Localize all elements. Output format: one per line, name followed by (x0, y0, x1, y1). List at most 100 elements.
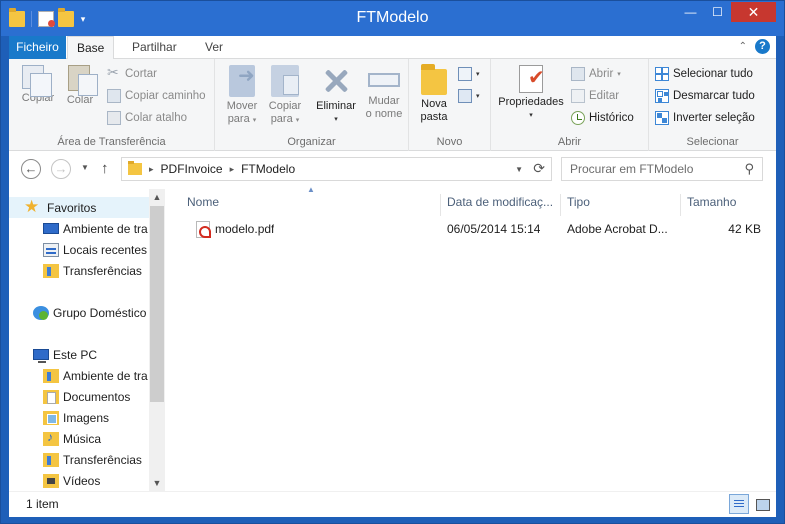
large-icons-view-icon[interactable] (752, 494, 772, 514)
nav-pc-documents-label: Documentos (63, 389, 131, 404)
minimize-button[interactable]: — (677, 2, 704, 22)
new-folder-button[interactable]: Nova pasta (412, 63, 456, 124)
file-modified: 06/05/2014 15:14 (447, 222, 541, 236)
properties-button[interactable]: Propriedades ▾ (495, 63, 567, 122)
back-button[interactable]: ← (21, 159, 41, 179)
rename-icon (368, 73, 400, 87)
move-to-button[interactable]: Mover para ▾ (220, 63, 264, 127)
delete-button[interactable]: Eliminar ▾ (312, 63, 360, 126)
cut-label: Cortar (125, 68, 157, 80)
tab-base[interactable]: Base (67, 36, 115, 60)
address-dropdown-icon[interactable]: ▼ (515, 165, 523, 174)
recent-locations-dropdown-icon[interactable]: ▼ (81, 163, 89, 172)
refresh-icon[interactable]: ⟳ (533, 160, 545, 177)
nav-fav-recent[interactable]: Locais recentes (9, 239, 151, 260)
up-button[interactable]: ↑ (101, 160, 109, 177)
column-header-name[interactable]: Nome (181, 194, 441, 216)
cut-button[interactable]: Cortar (107, 64, 157, 84)
help-icon[interactable]: ? (755, 39, 770, 54)
column-header-type[interactable]: Tipo (561, 194, 681, 216)
copy-button[interactable]: Copiar (16, 63, 60, 105)
tab-ver[interactable]: Ver (196, 36, 232, 59)
scrollbar-thumb[interactable] (150, 206, 164, 402)
nav-pc-music[interactable]: Música (9, 428, 151, 449)
videos-folder-icon (43, 473, 59, 488)
rename-button[interactable]: Mudar o nome (362, 63, 406, 121)
nav-fav-recent-label: Locais recentes (63, 242, 148, 257)
delete-dropdown-icon: ▾ (334, 116, 338, 123)
close-button[interactable]: ✕ (731, 2, 776, 22)
select-all-label: Selecionar tudo (673, 68, 753, 80)
new-item-button[interactable]: ▾ (458, 64, 480, 84)
forward-button[interactable]: → (51, 159, 71, 179)
nav-pc-pictures[interactable]: Imagens (9, 407, 151, 428)
nav-pane-scrollbar[interactable]: ▲ ▼ (149, 189, 165, 491)
window-title: FTModelo (356, 9, 429, 26)
item-count: 1 item (26, 497, 59, 511)
invert-selection-label: Inverter seleção (673, 112, 755, 124)
table-row[interactable]: modelo.pdf 06/05/2014 15:14 Adobe Acroba… (184, 219, 774, 241)
details-view-icon[interactable] (729, 494, 749, 514)
breadcrumb-separator-icon[interactable]: ▸ (149, 164, 154, 175)
edit-icon (571, 89, 585, 103)
select-none-button[interactable]: Desmarcar tudo (655, 86, 755, 106)
address-bar[interactable]: ▸ PDFInvoice ▸ FTModelo ▼ ⟳ (121, 157, 552, 181)
nav-pc-pictures-label: Imagens (63, 410, 110, 425)
move-to-label-2: para (227, 113, 250, 125)
edit-button[interactable]: Editar (571, 86, 619, 106)
new-folder-ribbon-icon (421, 64, 447, 95)
nav-favoritos[interactable]: Favoritos (9, 197, 151, 218)
nav-pc-desktop-label: Ambiente de tra (63, 368, 148, 383)
copy-to-label-2: para (270, 113, 293, 125)
column-header-size[interactable]: Tamanho (681, 194, 761, 216)
nav-pc-videos[interactable]: Vídeos (9, 470, 151, 491)
pictures-folder-icon (43, 410, 59, 425)
nav-favoritos-label: Favoritos (47, 200, 97, 215)
desktop-icon (43, 223, 59, 234)
nav-fav-desktop[interactable]: Ambiente de tra (9, 218, 151, 239)
group-label-organize: Organizar (287, 136, 336, 148)
breadcrumb-ftmodelo[interactable]: FTModelo (241, 162, 295, 176)
nav-pc-downloads[interactable]: Transferências (9, 449, 151, 470)
copy-path-icon (107, 89, 121, 103)
rename-label-1: Mudar (368, 95, 400, 107)
tab-ficheiro[interactable]: Ficheiro (9, 36, 66, 59)
title-bar[interactable]: ▾ FTModelo — ☐ ✕ (1, 1, 784, 36)
select-all-button[interactable]: Selecionar tudo (655, 64, 753, 84)
group-clipboard: Copiar Colar Cortar Copiar caminho Colar… (9, 59, 215, 151)
history-button[interactable]: Histórico (571, 108, 634, 128)
nav-pc-desktop[interactable]: Ambiente de tra (9, 365, 151, 386)
select-none-label: Desmarcar tudo (673, 90, 755, 102)
delete-label: Eliminar (316, 100, 356, 112)
maximize-button[interactable]: ☐ (704, 2, 731, 22)
tab-partilhar[interactable]: Partilhar (123, 36, 186, 59)
scroll-down-icon[interactable]: ▼ (149, 475, 165, 491)
paste-icon (68, 65, 98, 96)
open-button[interactable]: Abrir ▾ (571, 64, 621, 84)
collapse-ribbon-icon[interactable]: ⌃ (739, 41, 747, 52)
sort-ascending-icon: ▲ (307, 185, 315, 194)
breadcrumb-pdfinvoice[interactable]: PDFInvoice (161, 162, 223, 176)
invert-selection-button[interactable]: Inverter seleção (655, 108, 755, 128)
recent-places-icon (43, 242, 59, 257)
nav-pc-documents[interactable]: Documentos (9, 386, 151, 407)
column-header-modified[interactable]: Data de modificaç... (441, 194, 561, 216)
copy-to-button[interactable]: Copiar para ▾ (263, 63, 307, 127)
nav-this-pc[interactable]: Este PC (9, 344, 151, 365)
scroll-up-icon[interactable]: ▲ (149, 189, 165, 205)
ribbon-tabs: Ficheiro Base Partilhar Ver ⌃ ? (9, 36, 776, 60)
nav-homegroup-label: Grupo Doméstico (53, 305, 147, 320)
breadcrumb-separator-icon[interactable]: ▸ (230, 164, 235, 175)
search-input[interactable]: Procurar em FTModelo ⚲ (561, 157, 763, 181)
nav-homegroup[interactable]: Grupo Doméstico (9, 302, 151, 323)
file-name: modelo.pdf (215, 222, 275, 236)
copy-path-button[interactable]: Copiar caminho (107, 86, 206, 106)
downloads-folder-icon (43, 263, 59, 278)
nav-fav-downloads[interactable]: Transferências (9, 260, 151, 281)
copy-path-label: Copiar caminho (125, 90, 206, 102)
search-icon[interactable]: ⚲ (744, 161, 754, 177)
easy-access-button[interactable]: ▾ (458, 86, 480, 106)
paste-button[interactable]: Colar (58, 63, 102, 107)
paste-shortcut-button[interactable]: Colar atalho (107, 108, 187, 128)
nav-pc-downloads-label: Transferências (63, 452, 142, 467)
